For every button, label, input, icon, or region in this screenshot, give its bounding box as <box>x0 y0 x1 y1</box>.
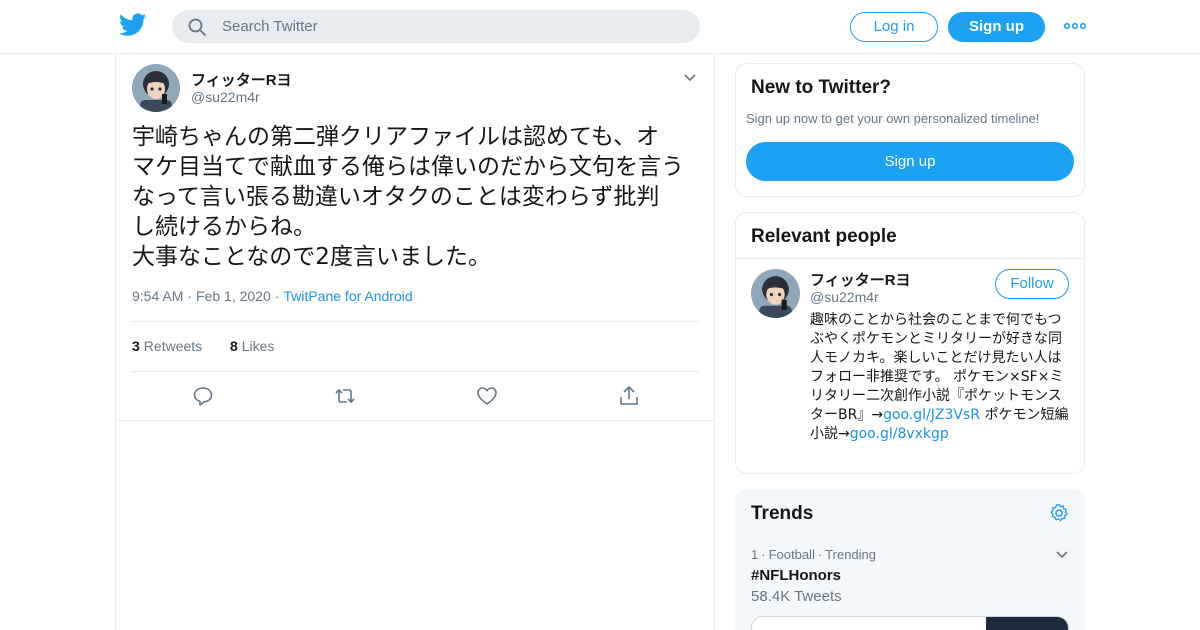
trend-tweet-count: 58.4K Tweets <box>751 588 842 605</box>
share-icon[interactable] <box>618 385 640 407</box>
likes-count: 8 <box>229 338 238 354</box>
login-button[interactable]: Log in <box>850 12 938 42</box>
likes-stat[interactable]: 8 Likes <box>230 338 274 354</box>
search-icon <box>188 18 206 36</box>
chevron-down-icon[interactable] <box>682 70 698 86</box>
twitter-bird-icon[interactable] <box>119 13 147 37</box>
likes-label: Likes <box>241 338 275 354</box>
divider <box>131 371 699 372</box>
sidebar-signup-button[interactable]: Sign up <box>746 142 1074 181</box>
card-subtitle: Sign up now to get your own personalized… <box>746 111 1040 126</box>
card-title: New to Twitter? <box>751 77 892 98</box>
avatar[interactable] <box>132 64 180 112</box>
new-to-twitter-card: New to Twitter? Sign up now to get your … <box>735 63 1085 197</box>
bio-link[interactable]: goo.gl/JZ3VsR <box>883 407 980 423</box>
tweet-source-link[interactable]: TwitPane for Android <box>283 288 412 304</box>
tweet-detail: フィッターRヨ @su22m4r 宇崎ちゃんの第二弾クリアファイルは認めても、オ… <box>116 54 714 421</box>
trend-rank: 1 <box>751 547 759 562</box>
bio-link[interactable]: goo.gl/8vxkgp <box>850 426 949 442</box>
reply-icon[interactable] <box>192 385 214 407</box>
tweet-time[interactable]: 9:54 AM <box>132 288 183 304</box>
retweet-icon[interactable] <box>334 385 356 407</box>
trend-thumbnail <box>986 617 1068 630</box>
tweet-author-name[interactable]: フィッターRヨ <box>191 69 292 90</box>
relevant-people-card: Relevant people フィッターRヨ @su22m4r Follow … <box>735 212 1085 474</box>
trend-meta: 1 · Football · Trending <box>751 547 876 562</box>
tweet-stats: 3 Retweets 8 Likes <box>132 338 274 354</box>
tweet-timestamp: 9:54 AM · Feb 1, 2020 · TwitPane for Android <box>132 288 413 304</box>
gear-icon[interactable] <box>1049 503 1069 523</box>
avatar[interactable] <box>751 269 800 318</box>
avatar-illustration <box>132 64 180 112</box>
search-box[interactable] <box>172 10 700 43</box>
more-options-icon[interactable] <box>1063 16 1087 36</box>
trend-category: Football <box>768 547 815 562</box>
tweet-date[interactable]: Feb 1, 2020 <box>196 288 271 304</box>
retweets-count: 3 <box>132 338 140 354</box>
trend-status: Trending <box>825 547 876 562</box>
person-handle[interactable]: @su22m4r <box>810 289 879 305</box>
follow-button[interactable]: Follow <box>995 269 1069 299</box>
retweets-label: Retweets <box>143 338 203 354</box>
avatar-illustration <box>751 269 800 318</box>
divider <box>736 258 1084 259</box>
search-input[interactable] <box>222 10 682 43</box>
signup-button[interactable]: Sign up <box>948 12 1045 42</box>
person-name[interactable]: フィッターRヨ <box>810 269 911 290</box>
trend-hashtag[interactable]: #NFLHonors <box>751 567 841 584</box>
trends-card: Trends 1 · Football · Trending #NFLHonors 58… <box>735 489 1085 630</box>
divider <box>131 321 699 322</box>
main-column: フィッターRヨ @su22m4r 宇崎ちゃんの第二弾クリアファイルは認めても、オ… <box>115 54 715 630</box>
chevron-down-icon[interactable] <box>1054 547 1070 563</box>
trend-preview-card[interactable] <box>751 616 1069 630</box>
person-bio: 趣味のことから社会のことまで何でもつぶやくポケモンとミリタリーが好きな同人モノカ… <box>810 311 1072 444</box>
card-title: Relevant people <box>751 226 897 247</box>
top-navigation-bar: Log in Sign up <box>0 0 1200 54</box>
tweet-text: 宇崎ちゃんの第二弾クリアファイルは認めても、オ マケ目当てで献血する俺らは偉いの… <box>132 124 684 270</box>
tweet-author-handle[interactable]: @su22m4r <box>191 89 260 105</box>
retweets-stat[interactable]: 3 Retweets <box>132 338 202 354</box>
heart-icon[interactable] <box>476 385 498 407</box>
card-title: Trends <box>751 503 814 524</box>
